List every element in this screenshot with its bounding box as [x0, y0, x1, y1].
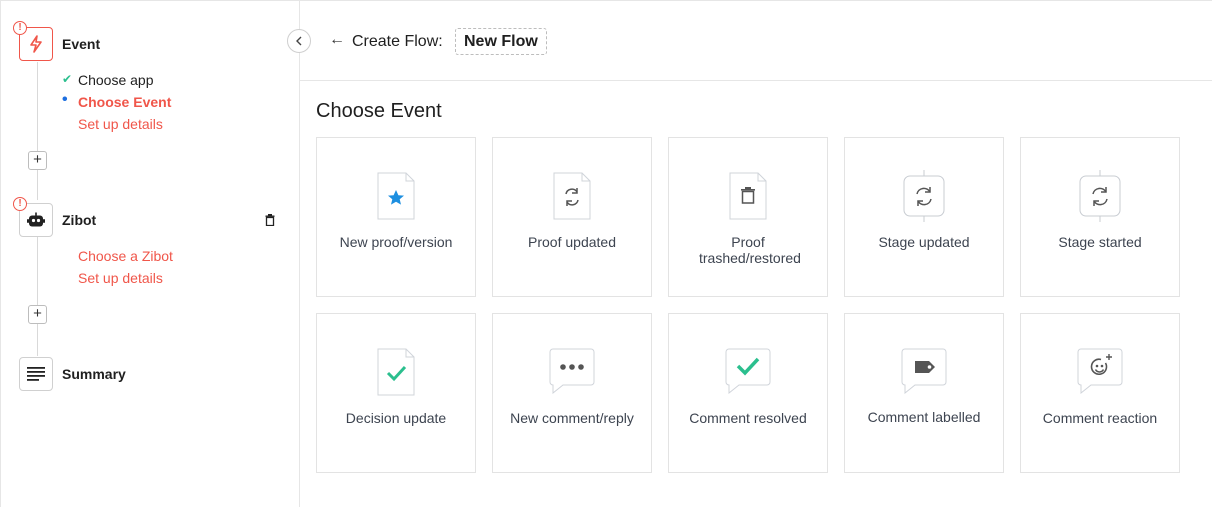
- event-card-decision-update[interactable]: Decision update: [316, 313, 476, 473]
- current-dot-icon: •: [62, 91, 68, 108]
- event-label: Decision update: [345, 410, 447, 426]
- back-arrow-icon[interactable]: ←: [329, 31, 345, 49]
- doc-sync-icon: [553, 172, 591, 220]
- event-card-comment-resolved[interactable]: Comment resolved: [668, 313, 828, 473]
- lightning-icon: [30, 35, 42, 53]
- comment-dots-icon: [549, 348, 595, 394]
- warning-icon: !: [13, 21, 27, 35]
- event-label: New comment/reply: [510, 410, 634, 426]
- event-label: Stage updated: [878, 234, 970, 250]
- event-card-new-proof[interactable]: New proof/version: [316, 137, 476, 297]
- event-label: Proof updated: [528, 234, 616, 250]
- flow-steps-sidebar: ! Event ✔ Choose app • Choose Event Set …: [0, 0, 300, 507]
- substep-set-up-details[interactable]: Set up details: [78, 116, 163, 132]
- stage-sync-icon: [903, 170, 945, 222]
- substep-label: Choose app: [78, 72, 154, 88]
- check-icon: ✔: [62, 72, 73, 86]
- doc-star-icon: [377, 172, 415, 220]
- add-step-button[interactable]: +: [28, 151, 47, 170]
- substep-choose-zibot[interactable]: Choose a Zibot: [78, 248, 173, 264]
- event-card-comment-labelled[interactable]: Comment labelled: [844, 313, 1004, 473]
- doc-trash-icon: [729, 172, 767, 220]
- stage-sync-icon: [1079, 170, 1121, 222]
- step-connector: [37, 170, 38, 200]
- event-card-stage-updated[interactable]: Stage updated: [844, 137, 1004, 297]
- warning-icon: !: [13, 197, 27, 211]
- comment-smile-icon: [1077, 348, 1123, 394]
- step-title-event[interactable]: Event: [62, 36, 100, 52]
- event-card-proof-updated[interactable]: Proof updated: [492, 137, 652, 297]
- event-card-comment-reaction[interactable]: Comment reaction: [1020, 313, 1180, 473]
- page-header: ← Create Flow: New Flow: [300, 0, 1212, 81]
- collapse-sidebar-button[interactable]: [287, 29, 311, 53]
- event-label: Comment labelled: [867, 409, 981, 425]
- delete-step-icon[interactable]: [265, 213, 275, 231]
- doc-check-icon: [377, 348, 415, 396]
- step-title-summary[interactable]: Summary: [62, 366, 126, 382]
- substep-label: Choose Event: [78, 94, 172, 110]
- event-label: Proof trashed/restored: [699, 234, 801, 266]
- page-title: Choose Event: [316, 100, 442, 122]
- comment-tag-icon: [901, 348, 947, 394]
- event-label: Comment resolved: [689, 410, 807, 426]
- event-label: New proof/version: [339, 234, 453, 250]
- lines-icon: [27, 367, 45, 381]
- step-connector: [37, 324, 38, 356]
- robot-icon: [27, 212, 45, 227]
- event-card-new-comment[interactable]: New comment/reply: [492, 313, 652, 473]
- event-card-stage-started[interactable]: Stage started: [1020, 137, 1180, 297]
- event-card-proof-trashed[interactable]: Proof trashed/restored: [668, 137, 828, 297]
- flow-name-field[interactable]: New Flow: [455, 28, 547, 55]
- event-label: Comment reaction: [1042, 410, 1158, 426]
- step-connector: [37, 62, 38, 152]
- step-connector: [37, 237, 38, 307]
- step-title-zibot[interactable]: Zibot: [62, 212, 96, 228]
- header-label: Create Flow:: [352, 33, 443, 50]
- summary-step-icon[interactable]: [19, 357, 53, 391]
- chevron-left-icon: [296, 36, 302, 46]
- substep-choose-app[interactable]: ✔ Choose app: [62, 72, 154, 88]
- substep-choose-event[interactable]: • Choose Event: [62, 91, 172, 110]
- event-label: Stage started: [1058, 234, 1142, 250]
- substep-set-up-details[interactable]: Set up details: [78, 270, 163, 286]
- comment-check-icon: [725, 348, 771, 394]
- add-step-button[interactable]: +: [28, 305, 47, 324]
